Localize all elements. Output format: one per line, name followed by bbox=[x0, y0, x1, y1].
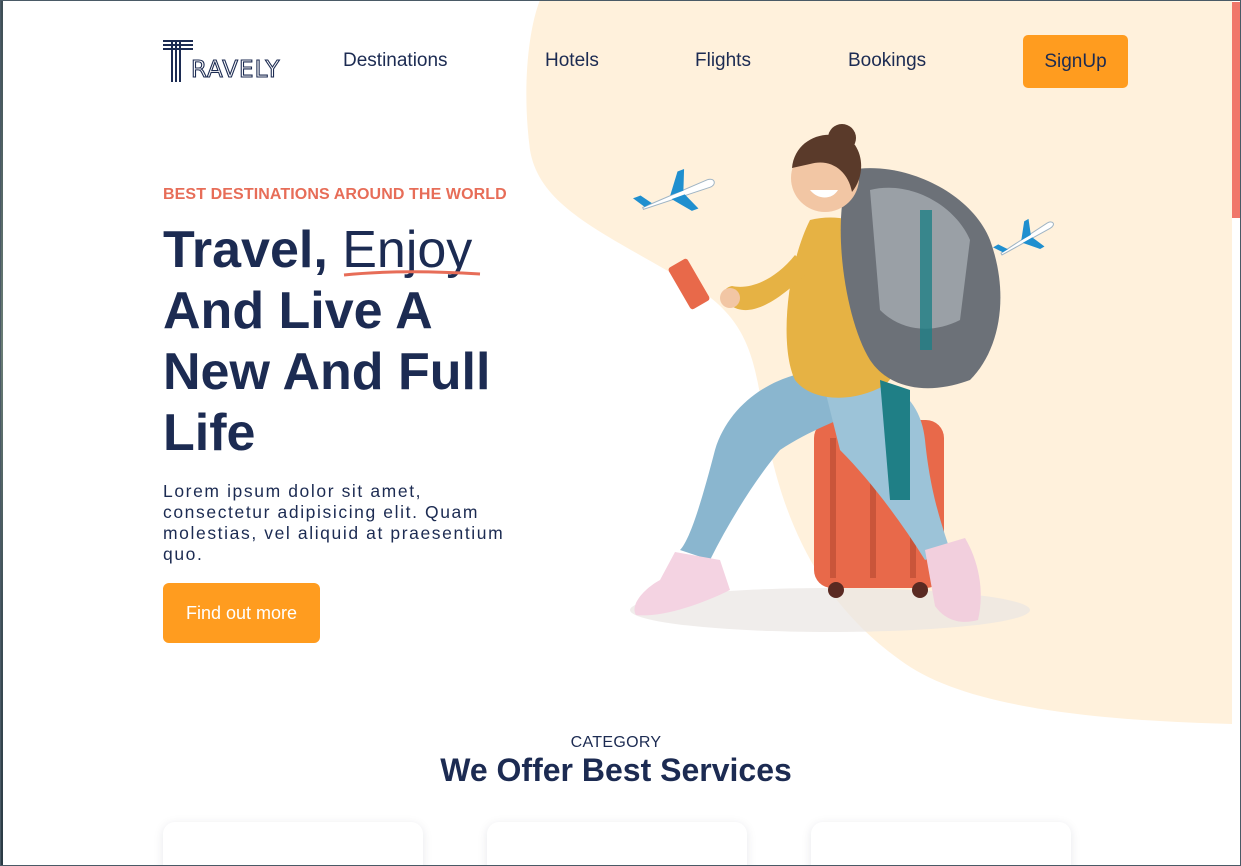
headline-start: Travel, bbox=[163, 221, 343, 279]
nav-link-bookings[interactable]: Bookings bbox=[848, 50, 926, 72]
logo-icon bbox=[163, 40, 193, 82]
logo-text: RAVELY bbox=[190, 57, 281, 83]
logo[interactable]: RAVELY bbox=[163, 38, 298, 83]
hero-eyebrow: BEST DESTINATIONS AROUND THE WORLD bbox=[163, 186, 507, 203]
find-out-more-button[interactable]: Find out more bbox=[163, 583, 320, 643]
traveler-illustration bbox=[630, 124, 1054, 632]
services-title: We Offer Best Services bbox=[440, 752, 792, 788]
service-card[interactable] bbox=[487, 822, 747, 866]
services-eyebrow: CATEGORY bbox=[570, 734, 662, 751]
hero-headline: Travel, Enjoy And Live A New And Full Li… bbox=[163, 220, 543, 464]
service-card[interactable] bbox=[811, 822, 1071, 866]
headline-rest: And Live A New And Full Life bbox=[163, 282, 491, 462]
service-card[interactable] bbox=[163, 822, 423, 866]
nav-link-hotels[interactable]: Hotels bbox=[545, 50, 599, 72]
underline-swoosh bbox=[344, 270, 481, 277]
signup-button[interactable]: SignUp bbox=[1023, 35, 1128, 88]
nav-link-flights[interactable]: Flights bbox=[695, 50, 751, 72]
plane-icon bbox=[632, 169, 715, 211]
nav-link-destinations[interactable]: Destinations bbox=[343, 50, 448, 72]
plane-icon bbox=[993, 218, 1054, 256]
headline-highlight: Enjoy bbox=[342, 220, 481, 281]
hero-description: Lorem ipsum dolor sit amet, consectetur … bbox=[163, 481, 505, 564]
scrollbar-thumb[interactable] bbox=[1232, 2, 1240, 218]
